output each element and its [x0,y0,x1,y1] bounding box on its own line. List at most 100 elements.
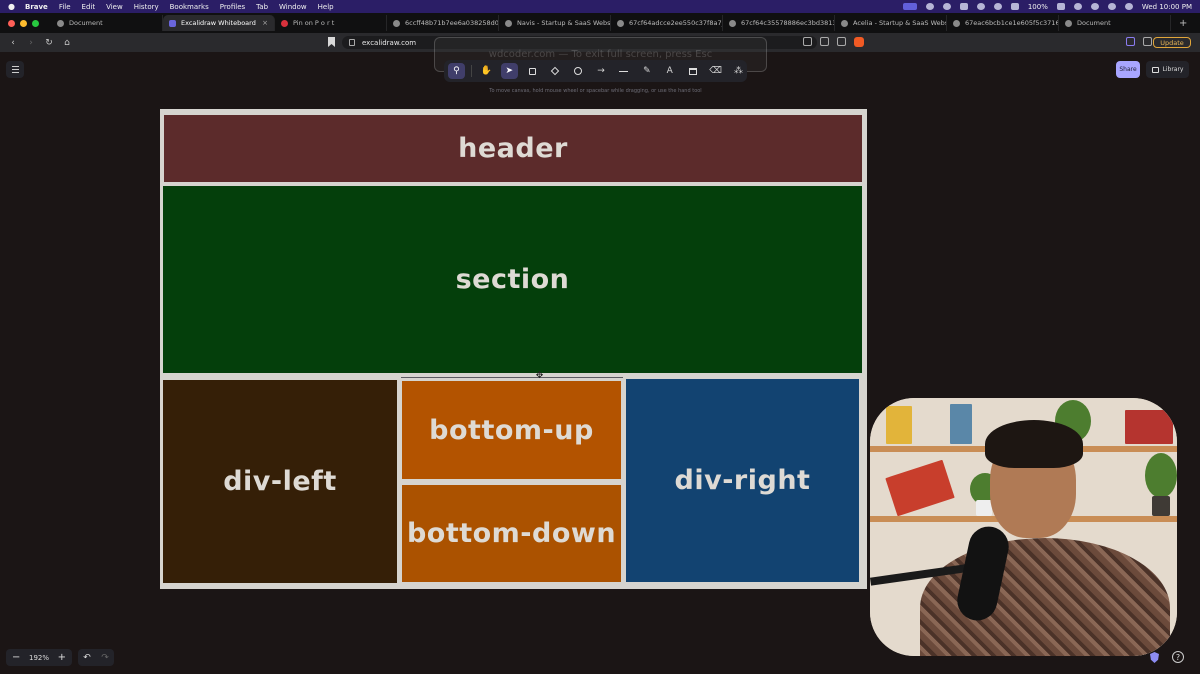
bottom-down-box[interactable]: bottom-down [402,485,621,582]
new-tab-button[interactable]: + [1179,18,1187,29]
home-icon[interactable]: ⌂ [62,38,72,48]
menu-view[interactable]: View [106,3,123,11]
menu-help[interactable]: Help [318,3,334,11]
zoom-in-button[interactable]: + [58,652,66,663]
selection-icon[interactable]: ➤ [500,63,518,79]
share-label: Share [1119,66,1137,73]
bottom-up-box[interactable]: bottom-up [402,381,621,479]
frame-icon[interactable] [684,63,701,79]
help-icon[interactable]: ? [1172,651,1184,663]
minimize-window-button[interactable] [20,19,27,27]
lock-icon[interactable]: ⚲ [448,63,465,79]
tab-image-3[interactable]: 67cf64c35578886ec3bd3813_A [723,15,835,31]
arrow-icon[interactable]: → [593,63,610,79]
bottom-up-label: bottom-up [429,414,594,446]
screen-recorder-icon[interactable] [902,3,917,10]
site-info-icon[interactable] [349,39,355,46]
control-center-icon[interactable] [1107,3,1116,10]
search-icon[interactable] [1090,3,1099,10]
globe-icon [953,19,960,27]
tab-document-1[interactable]: Document [51,15,163,31]
moon-icon[interactable] [976,3,985,10]
update-label: Update [1160,38,1184,47]
menu-history[interactable]: History [134,3,159,11]
address-actions [803,37,864,47]
profile-icon[interactable] [1126,37,1135,46]
menu-profiles[interactable]: Profiles [220,3,245,11]
library-icon [1151,66,1159,73]
hand-icon[interactable]: ✋ [478,63,495,79]
redo-icon[interactable]: ↷ [101,653,109,663]
layout-diagram[interactable]: header section div-left bottom-up bottom… [160,109,867,589]
update-button[interactable]: Update [1153,37,1191,48]
extensions-icon[interactable] [1143,37,1152,46]
record-icon[interactable] [925,3,934,10]
webcam-overlay [870,398,1177,656]
ellipse-icon[interactable] [570,63,587,79]
bookmark-icon[interactable] [328,37,335,47]
section-box[interactable]: section [163,186,862,373]
undo-icon[interactable]: ↶ [83,653,91,663]
tab-title: Pin on P o r t [293,19,335,27]
tab-title: Document [69,19,103,27]
tab-excalidraw[interactable]: Excalidraw Whiteboard × [163,15,275,31]
forward-icon[interactable]: › [26,38,36,48]
excalidraw-icon [169,19,176,27]
shield-icon[interactable] [1150,652,1159,663]
eraser-icon[interactable]: ⌫ [707,63,724,79]
library-button[interactable]: Library [1146,61,1189,78]
tab-acelia[interactable]: Acelia - Startup & SaaS Website [835,15,947,31]
main-menu-button[interactable] [6,61,24,78]
bluetooth-icon[interactable] [1010,3,1019,10]
div-right-label: div-right [674,465,811,496]
share-button[interactable]: Share [1116,61,1140,78]
tab-image-1[interactable]: 6ccff48b71b7ee6a038258d083 [387,15,499,31]
menu-app-name[interactable]: Brave [25,3,48,11]
zoom-level[interactable]: 192% [29,654,49,662]
tab-title: 67cf64c35578886ec3bd3813_A [741,19,835,27]
brave-shields-icon[interactable] [837,37,846,46]
browser-tab-strip: Document Excalidraw Whiteboard × Pin on P… [0,13,1200,33]
close-tab-icon[interactable]: × [262,19,268,27]
globe-icon [617,19,624,27]
menubar-clock[interactable]: Wed 10:00 PM [1142,3,1192,11]
menu-edit[interactable]: Edit [82,3,96,11]
target-icon[interactable] [942,3,951,10]
div-left-box[interactable]: div-left [163,380,397,583]
more-tools-icon[interactable]: ⁂ [730,63,747,79]
music-icon[interactable] [959,3,968,10]
pencil-icon[interactable]: ✎ [638,63,655,79]
siri-icon[interactable] [1124,3,1133,10]
wifi-icon[interactable] [1073,3,1082,10]
open-external-icon[interactable] [803,37,812,46]
tab-navis[interactable]: Navis - Startup & SaaS Website [499,15,611,31]
rectangle-icon[interactable] [524,63,541,79]
gear-icon[interactable] [993,3,1002,10]
battery-icon[interactable] [1056,3,1065,10]
tab-pinterest[interactable]: Pin on P o r t [275,15,387,31]
back-icon[interactable]: ‹ [8,38,18,48]
diamond-icon[interactable] [547,63,564,79]
brave-lion-icon[interactable] [854,37,864,47]
fullscreen-window-button[interactable] [32,19,39,27]
share-page-icon[interactable] [820,37,829,46]
apple-menu-icon[interactable]: ● [8,2,15,11]
tab-title: Document [1077,19,1111,27]
close-window-button[interactable] [8,19,15,27]
tab-image-2[interactable]: 67cf64adcce2ee550c37f8a7_Te [611,15,723,31]
tab-title: 67cf64adcce2ee550c37f8a7_Te [629,19,723,27]
line-icon[interactable] [615,63,632,79]
tab-image-4[interactable]: 67eac6bcb1ce1e605f5c3716_Te [947,15,1059,31]
tab-document-2[interactable]: Document [1059,15,1171,31]
text-icon[interactable]: A [661,63,678,79]
div-right-box[interactable]: div-right [626,379,859,582]
reload-icon[interactable]: ↻ [44,38,54,48]
menu-bookmarks[interactable]: Bookmarks [170,3,209,11]
menu-window[interactable]: Window [279,3,307,11]
zoom-out-button[interactable]: − [12,652,20,663]
bottom-down-label: bottom-down [406,518,617,549]
menu-tab[interactable]: Tab [256,3,268,11]
canvas-hint: To move canvas, hold mouse wheel or spac… [489,88,702,94]
header-box[interactable]: header [164,115,862,182]
menu-file[interactable]: File [59,3,71,11]
